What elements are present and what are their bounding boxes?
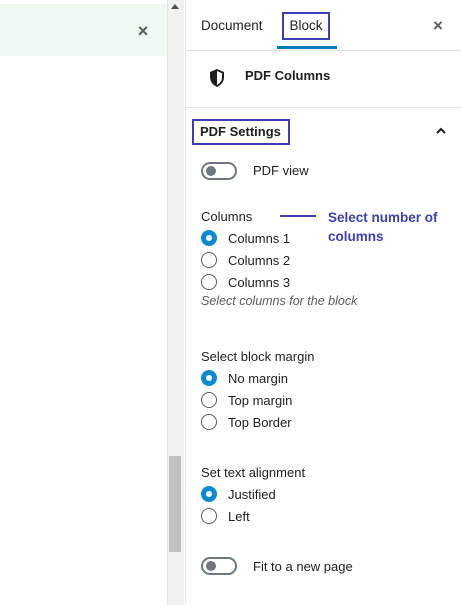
tab-block[interactable]: Block: [282, 12, 330, 40]
toggle-knob: [206, 561, 216, 571]
notice-bar: ×: [0, 4, 167, 56]
radio-label-left: Left: [228, 509, 250, 524]
radio-justified[interactable]: [201, 486, 217, 502]
tab-document[interactable]: Document: [201, 18, 263, 33]
radio-label-columns-3: Columns 3: [228, 275, 291, 290]
close-sidebar-icon[interactable]: ×: [433, 16, 443, 36]
settings-sidebar: Document Block × PDF Columns PDF Setting…: [185, 0, 461, 605]
radio-no-margin[interactable]: [201, 370, 217, 386]
columns-label: Columns: [201, 209, 253, 224]
radio-columns-1[interactable]: [201, 230, 217, 246]
fit-new-page-label: Fit to a new page: [253, 559, 353, 574]
radio-columns-3[interactable]: [201, 274, 217, 290]
scrollbar-thumb[interactable]: [169, 456, 181, 552]
radio-label-columns-2: Columns 2: [228, 253, 291, 268]
radio-label-top-margin: Top margin: [228, 393, 293, 408]
radio-top-border[interactable]: [201, 414, 217, 430]
alignment-label: Set text alignment: [201, 465, 306, 480]
chevron-up-icon[interactable]: [436, 126, 446, 136]
sidebar-tabs: Document Block ×: [186, 0, 461, 51]
fit-new-page-toggle[interactable]: [201, 557, 237, 575]
editor-window: × Document Block × PDF Columns PDF Setti…: [0, 0, 461, 605]
radio-columns-2[interactable]: [201, 252, 217, 268]
active-tab-indicator: [277, 46, 337, 49]
pdf-view-label: PDF view: [253, 163, 309, 178]
editor-canvas: ×: [0, 0, 167, 605]
shield-icon: [210, 69, 224, 87]
block-name: PDF Columns: [245, 68, 331, 83]
radio-top-margin[interactable]: [201, 392, 217, 408]
annotation-text: Select number of columns: [328, 210, 438, 244]
panel-title-pdf-settings[interactable]: PDF Settings: [192, 119, 290, 145]
radio-label-top-border: Top Border: [228, 415, 292, 430]
radio-label-columns-1: Columns 1: [228, 231, 291, 246]
radio-label-justified: Justified: [228, 487, 276, 502]
annotation-line: [280, 215, 316, 217]
toggle-knob: [206, 166, 216, 176]
radio-left[interactable]: [201, 508, 217, 524]
block-card: PDF Columns: [186, 51, 461, 108]
notice-close-icon[interactable]: ×: [134, 22, 152, 40]
scroll-up-arrow-icon[interactable]: [171, 4, 179, 9]
radio-label-no-margin: No margin: [228, 371, 288, 386]
pdf-view-toggle[interactable]: [201, 162, 237, 180]
columns-help-text: Select columns for the block: [201, 294, 358, 308]
margin-label: Select block margin: [201, 349, 315, 364]
